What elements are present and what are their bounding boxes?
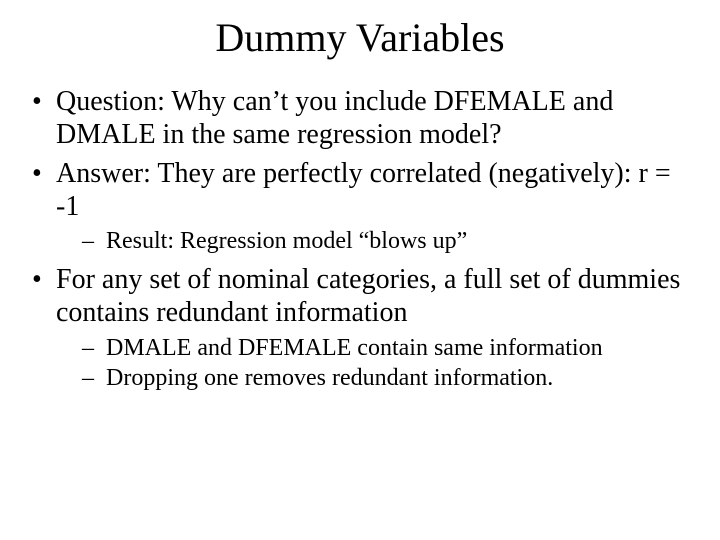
sub-bullet-text: Result: Regression model “blows up” xyxy=(106,228,467,254)
sub-bullet-list: DMALE and DFEMALE contain same informati… xyxy=(56,334,690,393)
sub-bullet-item: Dropping one removes redundant informati… xyxy=(56,364,690,392)
slide: Dummy Variables Question: Why can’t you … xyxy=(0,0,720,540)
bullet-list: Question: Why can’t you include DFEMALE … xyxy=(30,85,690,392)
slide-title: Dummy Variables xyxy=(30,14,690,61)
sub-bullet-item: Result: Regression model “blows up” xyxy=(56,227,690,255)
sub-bullet-text: DMALE and DFEMALE contain same informati… xyxy=(106,335,603,361)
sub-bullet-item: DMALE and DFEMALE contain same informati… xyxy=(56,334,690,362)
bullet-text: Answer: They are perfectly correlated (n… xyxy=(56,158,671,222)
sub-bullet-list: Result: Regression model “blows up” xyxy=(56,227,690,255)
bullet-text: Question: Why can’t you include DFEMALE … xyxy=(56,86,613,150)
bullet-item: For any set of nominal categories, a ful… xyxy=(30,263,690,392)
bullet-item: Answer: They are perfectly correlated (n… xyxy=(30,157,690,255)
bullet-item: Question: Why can’t you include DFEMALE … xyxy=(30,85,690,151)
bullet-text: For any set of nominal categories, a ful… xyxy=(56,264,680,328)
sub-bullet-text: Dropping one removes redundant informati… xyxy=(106,365,553,391)
